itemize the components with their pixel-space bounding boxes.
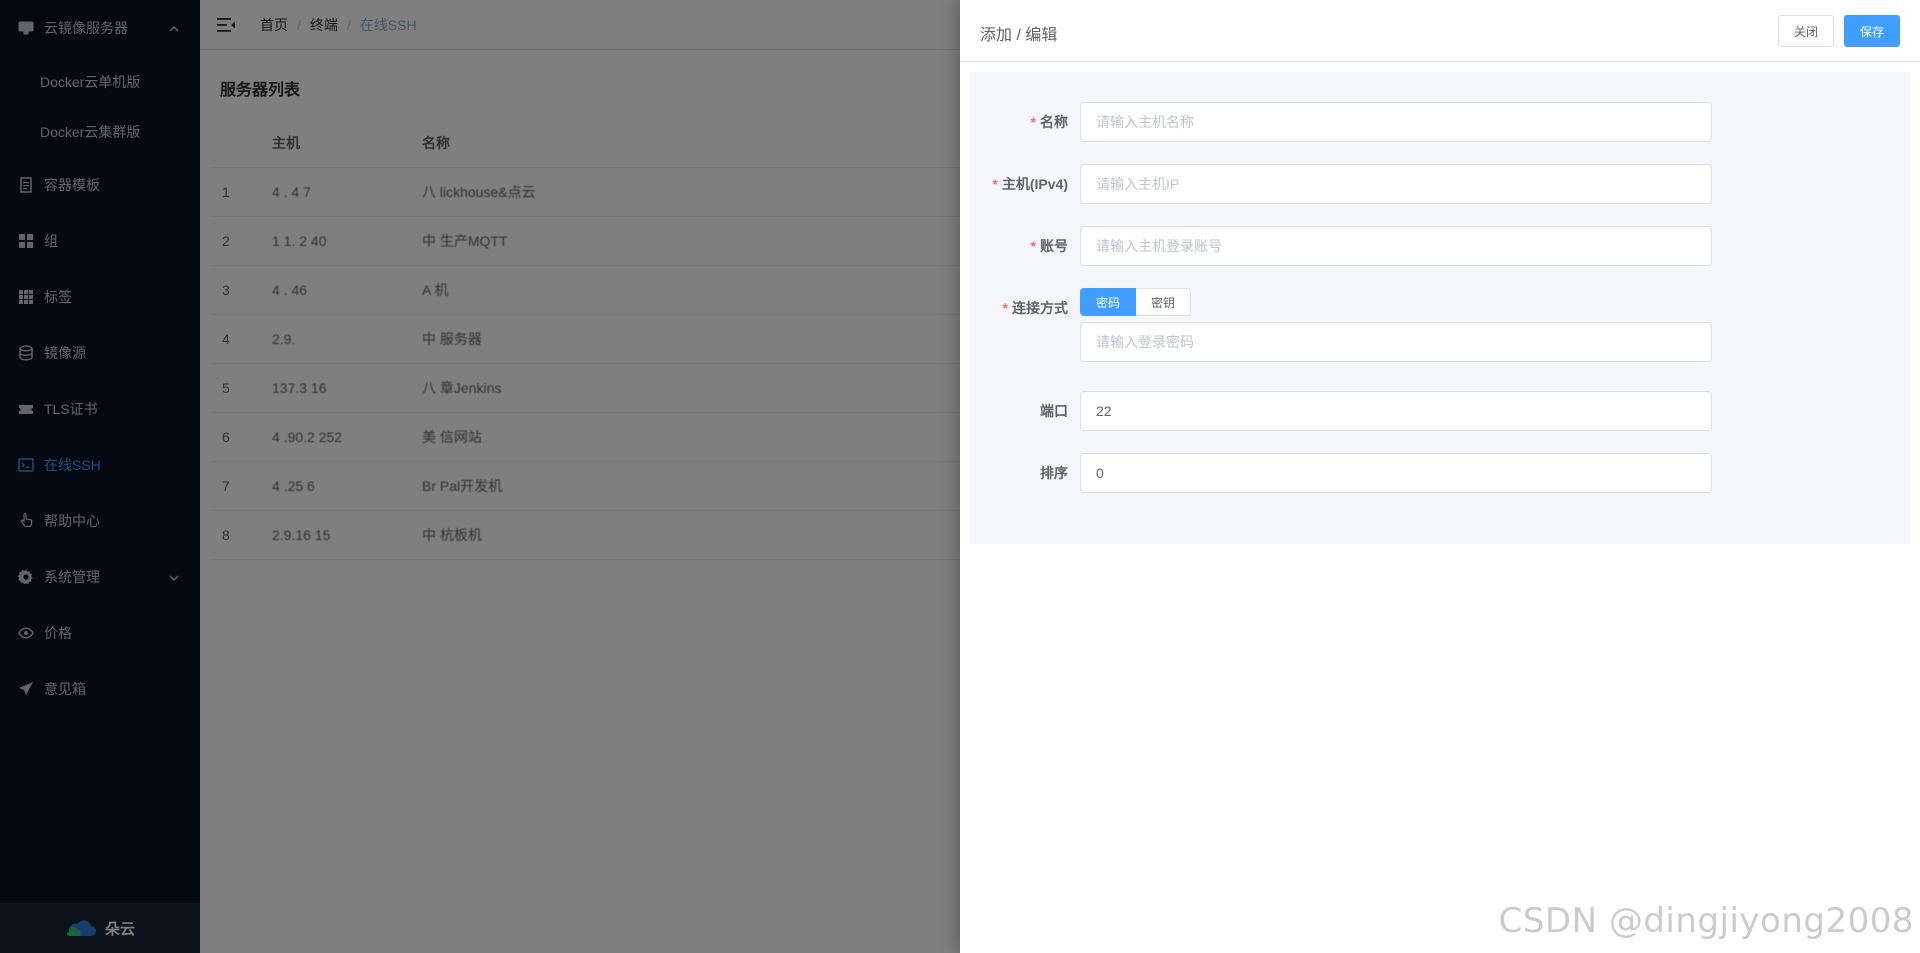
sort-field[interactable] bbox=[1080, 453, 1712, 493]
watermark: CSDN @dingjiyong2008 bbox=[1498, 901, 1914, 941]
required-asterisk: * bbox=[1030, 238, 1036, 254]
form-row-account: * 账号 bbox=[970, 226, 1910, 266]
account-field[interactable] bbox=[1080, 226, 1712, 266]
sort-label: 排序 bbox=[1040, 465, 1068, 481]
connect-method-label: * 连接方式 bbox=[1002, 300, 1068, 316]
radio-password[interactable]: 密码 bbox=[1080, 288, 1137, 316]
form-row-host: * 主机(IPv4) bbox=[970, 164, 1910, 204]
form-row-port: 端口 bbox=[970, 391, 1910, 431]
form-row-sort: 排序 bbox=[970, 453, 1910, 493]
password-field[interactable] bbox=[1080, 322, 1712, 362]
name-label: * 名称 bbox=[1030, 114, 1068, 130]
form-row-connect-method: * 连接方式 密码 密钥 bbox=[970, 288, 1910, 362]
host-label: * 主机(IPv4) bbox=[992, 176, 1068, 192]
form-panel: *名称 *主机(IPv4) *账号 *连接方式 密码 密钥 端口 bbox=[970, 72, 1910, 544]
port-label: 端口 bbox=[1040, 403, 1068, 419]
drawer-header: 添加 / 编辑 关闭 保存 bbox=[960, 0, 1920, 62]
required-asterisk: * bbox=[992, 176, 998, 192]
connect-method-group: 密码 密钥 bbox=[1080, 288, 1712, 362]
radio-key[interactable]: 密钥 bbox=[1136, 288, 1192, 316]
save-button[interactable]: 保存 bbox=[1844, 15, 1900, 47]
required-asterisk: * bbox=[1030, 114, 1036, 130]
edit-drawer: 添加 / 编辑 关闭 保存 *名称 *主机(IPv4) *账号 *连接方式 密码… bbox=[960, 0, 1920, 953]
port-field[interactable] bbox=[1080, 391, 1712, 431]
required-asterisk: * bbox=[1002, 300, 1008, 316]
connect-method-radio-group: 密码 密钥 bbox=[1080, 288, 1712, 316]
form-row-name: * 名称 bbox=[970, 102, 1910, 142]
host-ip-field[interactable] bbox=[1080, 164, 1712, 204]
close-button[interactable]: 关闭 bbox=[1778, 15, 1834, 47]
account-label: * 账号 bbox=[1030, 238, 1068, 254]
name-field[interactable] bbox=[1080, 102, 1712, 142]
drawer-title: 添加 / 编辑 bbox=[980, 27, 1058, 44]
